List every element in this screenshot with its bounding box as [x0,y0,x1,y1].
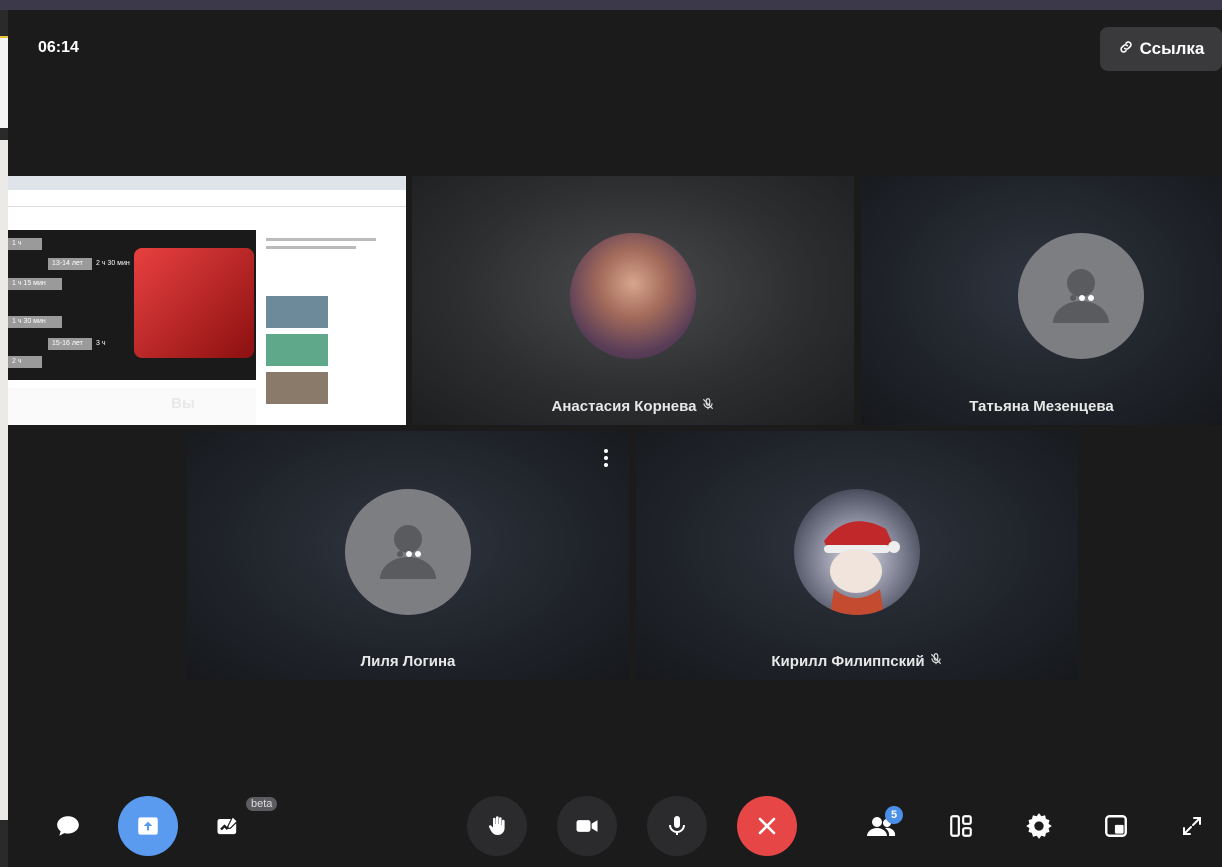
picture-in-picture-icon [1105,815,1127,837]
whiteboard-icon [217,815,239,835]
slide-label: 1 ч 15 мин [8,278,62,290]
background-doc-strip-2 [0,140,8,820]
chat-button[interactable] [38,796,98,856]
avatar [345,489,471,615]
hang-up-button[interactable] [737,796,797,856]
loading-dots-icon [397,551,421,557]
shared-browser-address-bar [8,190,406,207]
hand-icon [488,816,505,835]
shared-slide: 1 ч 13-14 лет 2 ч 30 мин 1 ч 15 мин 1 ч … [8,230,256,380]
slide-label: 15-16 лет [48,338,92,350]
participants-button[interactable] [851,796,911,856]
mic-muted-icon [701,397,715,415]
layout-icon [950,815,972,837]
expand-icon [1183,817,1201,835]
beta-badge: beta [246,797,278,811]
participants-count-badge: 5 [885,806,903,824]
gear-icon [1026,813,1052,839]
participant-name: Лиля Логина [187,653,629,670]
avatar-image [824,521,900,615]
slide-label: 1 ч [8,238,42,250]
microphone-button[interactable] [647,796,707,856]
background-doc-strip [0,36,8,128]
copy-link-button[interactable]: Ссылка [1100,27,1222,71]
fullscreen-button[interactable] [1162,796,1222,856]
raise-hand-button[interactable] [467,796,527,856]
background-window-edge [0,10,8,867]
participant-name-text: Анастасия Корнева [551,397,697,415]
participant-name-text: Кирилл Филиппский [771,652,925,670]
layout-button[interactable] [931,796,991,856]
participant-name: Татьяна Мезенцева [861,398,1222,415]
copy-link-label: Ссылка [1139,39,1205,58]
share-screen-button[interactable] [118,796,178,856]
self-label: Вы [171,395,195,412]
shared-slide-image [134,248,254,358]
link-icon [1118,39,1134,60]
chat-icon [57,816,79,836]
slide-label: 13-14 лет [48,258,92,270]
share-screen-icon [138,817,158,835]
picture-in-picture-button[interactable] [1086,796,1146,856]
shared-thumbnail [266,296,328,328]
self-screen-share-tile[interactable]: 1 ч 13-14 лет 2 ч 30 мин 1 ч 15 мин 1 ч … [8,176,406,425]
microphone-icon [669,816,685,835]
settings-button[interactable] [1009,796,1069,856]
avatar [1018,233,1144,359]
top-window-bar [0,0,1222,10]
participant-tile[interactable]: Анастасия Корнева [412,176,854,425]
slide-label: 1 ч 30 мин [8,316,62,328]
call-timer: 06:14 [38,39,79,56]
shared-thumbnail [266,334,328,366]
camera-icon [576,820,598,832]
tile-more-options-icon[interactable] [604,449,608,467]
avatar [794,489,920,615]
slide-label: 3 ч [96,340,106,347]
shared-browser-tabs [8,176,406,190]
close-icon [758,817,776,835]
loading-dots-icon [1070,295,1094,301]
participant-tile[interactable]: Лиля Логина [187,431,629,680]
mic-muted-icon [929,652,943,670]
participant-name-text: Татьяна Мезенцева [969,398,1114,415]
participant-name-text: Лиля Логина [360,653,456,670]
avatar [570,233,696,359]
slide-label: 2 ч 30 мин [96,260,130,267]
participant-name: Анастасия Корнева [412,397,854,415]
participant-name: Кирилл Филиппский [636,652,1078,670]
shared-text-line [266,238,376,241]
participant-tile[interactable]: Татьяна Мезенцева [861,176,1222,425]
shared-text-line [266,246,356,249]
camera-button[interactable] [557,796,617,856]
participant-tile[interactable]: Кирилл Филиппский [636,431,1078,680]
slide-label: 2 ч [8,356,42,368]
